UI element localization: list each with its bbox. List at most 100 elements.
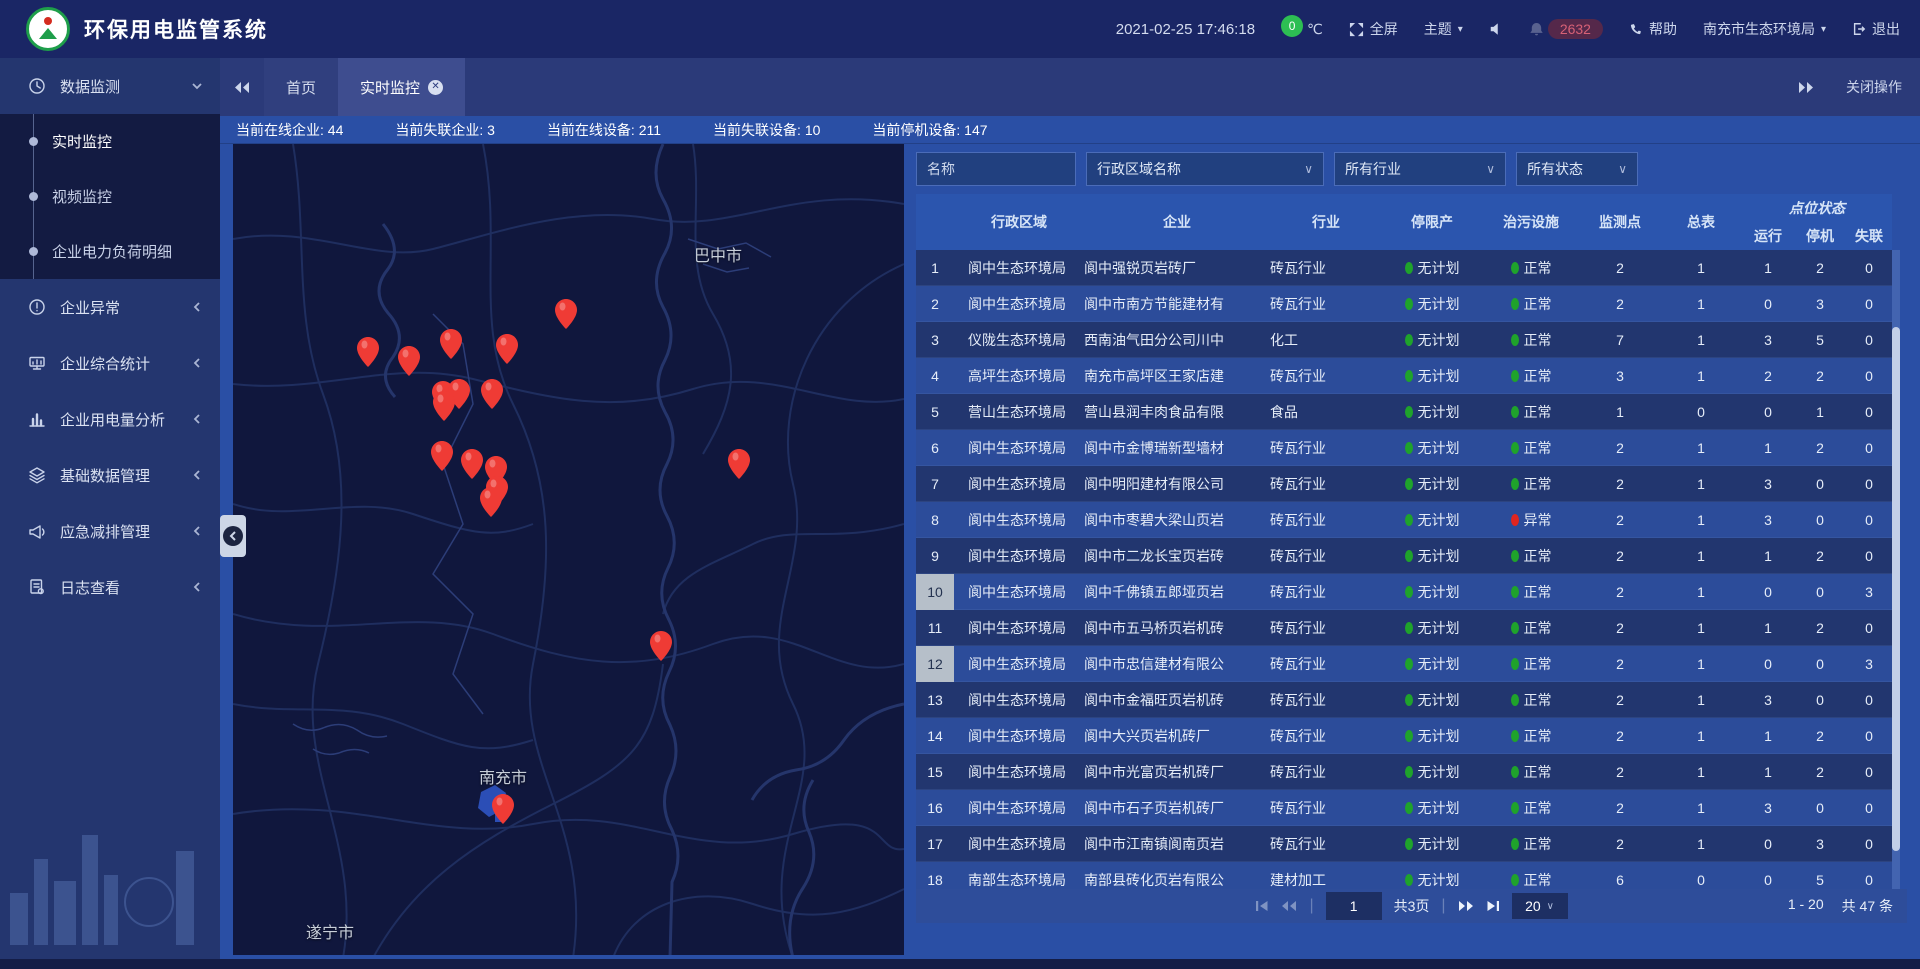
chevron-down-icon: ∨	[1618, 162, 1627, 176]
status-dot-icon	[1405, 874, 1413, 886]
cell-points: 6	[1580, 872, 1660, 888]
table-row[interactable]: 17阆中生态环境局阆中市江南镇阆南页岩砖瓦行业无计划正常21030	[916, 826, 1892, 862]
chevron-down-icon: ▾	[1458, 24, 1463, 35]
sidebar-item-企业电力负荷明细[interactable]: 企业电力负荷明细	[0, 224, 220, 279]
map-pin-icon[interactable]	[357, 337, 379, 367]
page-size-select[interactable]: 20∨	[1512, 893, 1568, 919]
table-scrollbar-thumb[interactable]	[1892, 327, 1900, 851]
map-pin-icon[interactable]	[398, 346, 420, 376]
tab-实时监控[interactable]: 实时监控✕	[338, 58, 465, 116]
sidebar-group-基础数据管理[interactable]: 基础数据管理	[0, 447, 220, 503]
cell-region: 仪陇生态环境局	[954, 330, 1084, 350]
cell-stopped: 5	[1794, 332, 1846, 348]
status-dot-icon	[1405, 334, 1413, 346]
close-actions-button[interactable]: 关闭操作	[1846, 77, 1902, 97]
tab-close-icon[interactable]: ✕	[428, 80, 443, 95]
status-dot-icon	[1405, 478, 1413, 490]
cell-running: 0	[1742, 656, 1794, 672]
sidebar-item-视频监控[interactable]: 视频监控	[0, 169, 220, 224]
chevron-down-icon: ∨	[1486, 162, 1495, 176]
map-pin-icon[interactable]	[433, 391, 455, 421]
cell-industry: 砖瓦行业	[1270, 654, 1382, 674]
enterprise-table: 行政区域 企业 行业 停限产 治污设施 监测点 总表 点位状态 运行 停机 失联…	[916, 194, 1900, 889]
sidebar-group-应急减排管理[interactable]: 应急减排管理	[0, 503, 220, 559]
logout-button[interactable]: 退出	[1852, 19, 1900, 39]
tab-首页[interactable]: 首页	[264, 58, 338, 116]
table-body: 1阆中生态环境局阆中强锐页岩砖厂砖瓦行业无计划正常211202阆中生态环境局阆中…	[916, 250, 1892, 889]
sidebar-collapse-handle[interactable]	[220, 515, 246, 557]
map-pin-icon[interactable]	[728, 449, 750, 479]
cell-company: 西南油气田分公司川中	[1084, 330, 1270, 350]
sidebar-group-日志查看[interactable]: 日志查看	[0, 559, 220, 615]
table-row[interactable]: 14阆中生态环境局阆中大兴页岩机砖厂砖瓦行业无计划正常21120	[916, 718, 1892, 754]
fullscreen-label: 全屏	[1370, 19, 1398, 39]
sidebar-group-企业异常[interactable]: 企业异常	[0, 279, 220, 335]
page-number-input[interactable]	[1326, 892, 1382, 920]
theme-dropdown[interactable]: 主题 ▾	[1424, 19, 1463, 39]
cell-industry: 砖瓦行业	[1270, 690, 1382, 710]
sidebar-group-企业综合统计[interactable]: 企业综合统计	[0, 335, 220, 391]
table-row[interactable]: 5营山生态环境局营山县润丰肉食品有限食品无计划正常10010	[916, 394, 1892, 430]
range-label: 1 - 20	[1788, 896, 1824, 916]
status-dot-icon	[1511, 478, 1519, 490]
table-row[interactable]: 10阆中生态环境局阆中千佛镇五郎垭页岩砖瓦行业无计划正常21003	[916, 574, 1892, 610]
chevron-left-icon	[192, 470, 202, 480]
table-row[interactable]: 1阆中生态环境局阆中强锐页岩砖厂砖瓦行业无计划正常21120	[916, 250, 1892, 286]
table-row[interactable]: 2阆中生态环境局阆中市南方节能建材有砖瓦行业无计划正常21030	[916, 286, 1892, 322]
chevron-down-icon	[192, 81, 202, 91]
industry-filter-select[interactable]: 所有行业∨	[1334, 152, 1506, 186]
name-filter-input[interactable]	[916, 152, 1076, 186]
theme-label: 主题	[1424, 19, 1452, 39]
cell-meters: 0	[1660, 872, 1742, 888]
prev-page-button[interactable]	[1281, 900, 1297, 912]
map-pin-icon[interactable]	[480, 487, 502, 517]
map-pin-icon[interactable]	[461, 449, 483, 479]
cell-company: 阆中市五马桥页岩机砖	[1084, 618, 1270, 638]
sidebar-group-企业用电量分析[interactable]: 企业用电量分析	[0, 391, 220, 447]
total-count-label: 共 47 条	[1842, 896, 1893, 916]
notification-widget[interactable]: 2632	[1529, 19, 1603, 39]
map-panel[interactable]: 巴中市南充市遂宁市	[233, 144, 904, 955]
table-row[interactable]: 12阆中生态环境局阆中市忠信建材有限公砖瓦行业无计划正常21003	[916, 646, 1892, 682]
fullscreen-button[interactable]: 全屏	[1349, 19, 1398, 39]
table-row[interactable]: 9阆中生态环境局阆中市二龙长宝页岩砖砖瓦行业无计划正常21120	[916, 538, 1892, 574]
map-pin-icon[interactable]	[481, 379, 503, 409]
cell-region: 南部生态环境局	[954, 870, 1084, 889]
table-row[interactable]: 4高坪生态环境局南充市高坪区王家店建砖瓦行业无计划正常31220	[916, 358, 1892, 394]
tabs-scroll-left-button[interactable]	[220, 81, 264, 94]
cell-points: 1	[1580, 404, 1660, 420]
map-pin-icon[interactable]	[650, 631, 672, 661]
user-dropdown[interactable]: 南充市生态环境局▾	[1703, 19, 1826, 39]
cell-running: 0	[1742, 872, 1794, 888]
status-dot-icon	[1511, 406, 1519, 418]
map-pin-icon[interactable]	[440, 329, 462, 359]
mute-button[interactable]	[1489, 22, 1503, 36]
map-pin-icon[interactable]	[496, 334, 518, 364]
cell-stopped: 5	[1794, 872, 1846, 888]
cell-region: 阆中生态环境局	[954, 438, 1084, 458]
next-page-button[interactable]	[1458, 900, 1474, 912]
map-pin-icon[interactable]	[492, 794, 514, 824]
map-pin-icon[interactable]	[431, 441, 453, 471]
table-row[interactable]: 3仪陇生态环境局西南油气田分公司川中化工无计划正常71350	[916, 322, 1892, 358]
table-row[interactable]: 11阆中生态环境局阆中市五马桥页岩机砖砖瓦行业无计划正常21120	[916, 610, 1892, 646]
help-button[interactable]: 帮助	[1629, 19, 1677, 39]
tabs-scroll-right-button[interactable]	[1784, 81, 1828, 94]
table-row[interactable]: 15阆中生态环境局阆中市光富页岩机砖厂砖瓦行业无计划正常21120	[916, 754, 1892, 790]
cell-running: 0	[1742, 404, 1794, 420]
table-row[interactable]: 18南部生态环境局南部县砖化页岩有限公建材加工无计划正常60050	[916, 862, 1892, 889]
table-row[interactable]: 7阆中生态环境局阆中明阳建材有限公司砖瓦行业无计划正常21300	[916, 466, 1892, 502]
table-row[interactable]: 6阆中生态环境局阆中市金博瑞新型墙材砖瓦行业无计划正常21120	[916, 430, 1892, 466]
first-page-button[interactable]	[1255, 900, 1269, 912]
map-pin-icon[interactable]	[555, 299, 577, 329]
last-page-button[interactable]	[1486, 900, 1500, 912]
cell-points: 2	[1580, 764, 1660, 780]
region-filter-select[interactable]: 行政区域名称∨	[1086, 152, 1324, 186]
table-row[interactable]: 16阆中生态环境局阆中市石子页岩机砖厂砖瓦行业无计划正常21300	[916, 790, 1892, 826]
sidebar-item-实时监控[interactable]: 实时监控	[0, 114, 220, 169]
status-filter-select[interactable]: 所有状态∨	[1516, 152, 1638, 186]
sidebar-group-数据监测[interactable]: 数据监测	[0, 58, 220, 114]
table-scrollbar-track[interactable]	[1892, 250, 1900, 889]
table-row[interactable]: 8阆中生态环境局阆中市枣碧大梁山页岩砖瓦行业无计划异常21300	[916, 502, 1892, 538]
table-row[interactable]: 13阆中生态环境局阆中市金福旺页岩机砖砖瓦行业无计划正常21300	[916, 682, 1892, 718]
